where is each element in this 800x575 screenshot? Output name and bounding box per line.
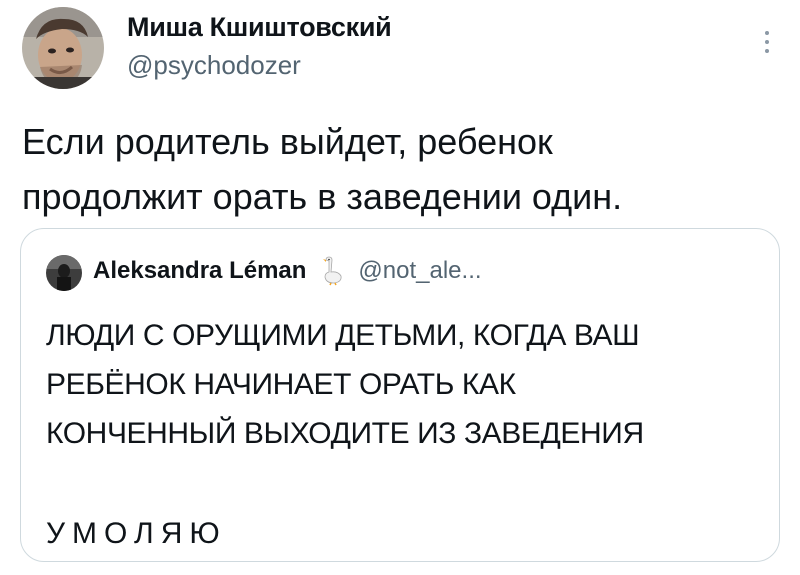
more-options-icon[interactable] [756,24,778,60]
quoted-author-handle: @not_ale... [358,257,482,284]
author-avatar[interactable] [22,7,104,89]
quoted-author-name: Aleksandra Léman [93,257,307,284]
quoted-text-line: ЛЮДИ С ОРУЩИМИ ДЕТЬМИ, КОГДА ВАШ [46,319,640,352]
quoted-tweet-header: Aleksandra Léman @not_ale... [93,256,482,286]
author-handle[interactable]: @psychodozer [127,50,301,81]
tweet-text: Если родитель выйдет, ребенок продолжит … [22,114,762,224]
avatar-image [22,7,104,89]
goose-icon [323,256,342,286]
tweet-text-line: продолжит орать в заведении один. [22,176,623,217]
quoted-avatar-image [46,255,82,291]
quoted-text-line: КОНЧЕННЫЙ ВЫХОДИТЕ ИЗ ЗАВЕДЕНИЯ [46,417,644,450]
tweet-text-line: Если родитель выйдет, ребенок [22,121,553,162]
author-name[interactable]: Миша Кшиштовский [127,12,392,43]
quoted-text-line: РЕБЁНОК НАЧИНАЕТ ОРАТЬ КАК [46,368,516,401]
quoted-author-avatar [46,255,82,291]
quoted-tweet-text: ЛЮДИ С ОРУЩИМИ ДЕТЬМИ, КОГДА ВАШ РЕБЁНОК… [46,311,766,558]
quoted-closing-text: УМОЛЯЮ [46,517,227,550]
quoted-text-blank [46,458,766,507]
quoted-tweet-card[interactable]: Aleksandra Léman @not_ale... ЛЮДИ С ОРУЩ… [20,228,780,562]
